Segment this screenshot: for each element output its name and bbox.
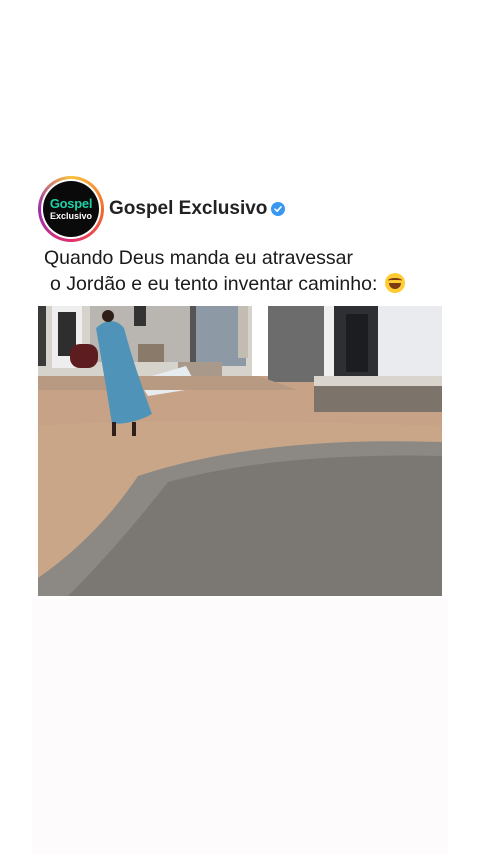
avatar[interactable]: Gospel Exclusivo xyxy=(38,176,104,242)
video-frame[interactable] xyxy=(38,306,442,596)
tears-of-joy-emoji-icon xyxy=(384,273,405,293)
avatar-logo-line2: Exclusivo xyxy=(49,211,93,221)
avatar-logo-line1: Gospel xyxy=(49,196,93,211)
caption-line-1: Quando Deus manda eu atravessar xyxy=(44,247,353,269)
caption-line-2-text: o Jordão e eu tento inventar caminho: xyxy=(50,273,378,295)
account-name[interactable]: Gospel Exclusivo xyxy=(109,198,267,220)
verified-check-icon xyxy=(271,202,286,216)
avatar-logo: Gospel Exclusivo xyxy=(43,181,99,237)
post-header: Gospel Exclusivo Gospel Exclusivo xyxy=(38,176,286,242)
video-scene xyxy=(38,306,442,596)
caption-line-2: o Jordão e eu tento inventar caminho: xyxy=(44,271,454,297)
bottom-panel xyxy=(32,598,448,854)
post-caption: Quando Deus manda eu atravessar o Jordão… xyxy=(44,245,454,297)
